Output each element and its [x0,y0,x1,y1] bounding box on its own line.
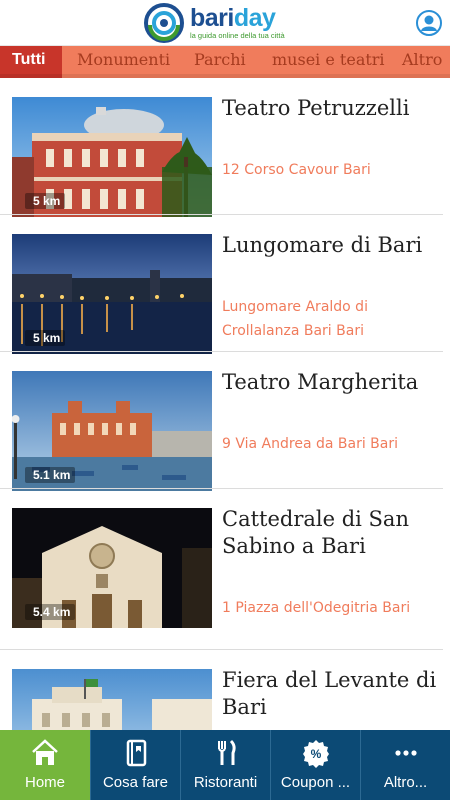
nav-coupon[interactable]: % Coupon ... [270,730,360,800]
svg-text:%: % [310,747,321,761]
place-thumbnail[interactable]: 5 km [12,97,212,217]
place-title[interactable]: Teatro Margherita [222,369,442,396]
place-address: 9 Via Andrea da Bari Bari [222,436,398,452]
place-address: 1 Piazza dell'Odegitria Bari [222,600,411,616]
distance-badge: 5 km [25,193,66,209]
place-title[interactable]: Lungomare di Bari [222,232,442,259]
nav-cosa-fare[interactable]: Cosa fare [90,730,180,800]
list-item[interactable]: Fiera del Levante di Bari [0,650,450,730]
nav-cosa-fare-label: Cosa fare [102,774,169,791]
nav-home-label: Home [24,774,65,791]
list-item[interactable]: 5 km Teatro Petruzzelli 12 Corso Cavour … [0,78,450,217]
place-thumbnail[interactable]: 5 km [12,234,212,354]
nav-ristoranti[interactable]: Ristoranti [180,730,270,800]
home-icon [32,739,58,765]
book-icon [126,739,146,767]
nav-altro[interactable]: Altro... [360,730,450,800]
bottom-navigation: Home Cosa fare Ristoranti % Coupon ... A… [0,730,450,800]
place-address: Lungomare Araldo di Crollalanza Bari Bar… [222,299,368,339]
app-header: bariday la guida online della tua città [0,0,450,46]
more-icon [394,750,417,756]
coupon-icon: % [302,740,329,768]
list-item[interactable]: 5.4 km Cattedrale di San Sabino a Bari 1… [0,489,450,650]
nav-coupon-label: Coupon ... [280,774,351,791]
bariday-logo-icon [144,3,184,43]
cutlery-icon [217,739,236,765]
places-list: 5 km Teatro Petruzzelli 12 Corso Cavour … [0,78,450,730]
category-tabs: Tutti Monumenti Parchi musei e teatri Al… [0,46,450,78]
nav-ristoranti-label: Ristoranti [193,774,258,791]
place-thumbnail[interactable]: 5.4 km [12,508,212,628]
bariday-logo[interactable]: bariday la guida online della tua città [142,3,285,43]
list-item[interactable]: 5.1 km Teatro Margherita 9 Via Andrea da… [0,352,450,491]
fiera-del-levante-photo [12,669,212,730]
distance-badge: 5.1 km [25,467,76,483]
brand-name-part2: day [233,4,276,32]
nav-altro-label: Altro... [383,774,428,791]
place-title[interactable]: Teatro Petruzzelli [222,95,442,122]
list-item[interactable]: 5 km Lungomare di Bari Lungomare Araldo … [0,215,450,354]
nav-home[interactable]: Home [0,730,90,800]
brand-tagline: la guida online della tua città [190,31,285,40]
place-title[interactable]: Cattedrale di San Sabino a Bari [222,506,442,560]
place-thumbnail[interactable]: 5.1 km [12,371,212,491]
place-address: 12 Corso Cavour Bari [222,162,371,178]
brand-name-part1: bari [190,4,234,32]
user-profile-icon[interactable] [416,10,442,36]
place-thumbnail[interactable] [12,669,212,730]
distance-badge: 5.4 km [25,604,76,620]
distance-badge: 5 km [25,330,66,346]
place-title[interactable]: Fiera del Levante di Bari [222,667,442,721]
